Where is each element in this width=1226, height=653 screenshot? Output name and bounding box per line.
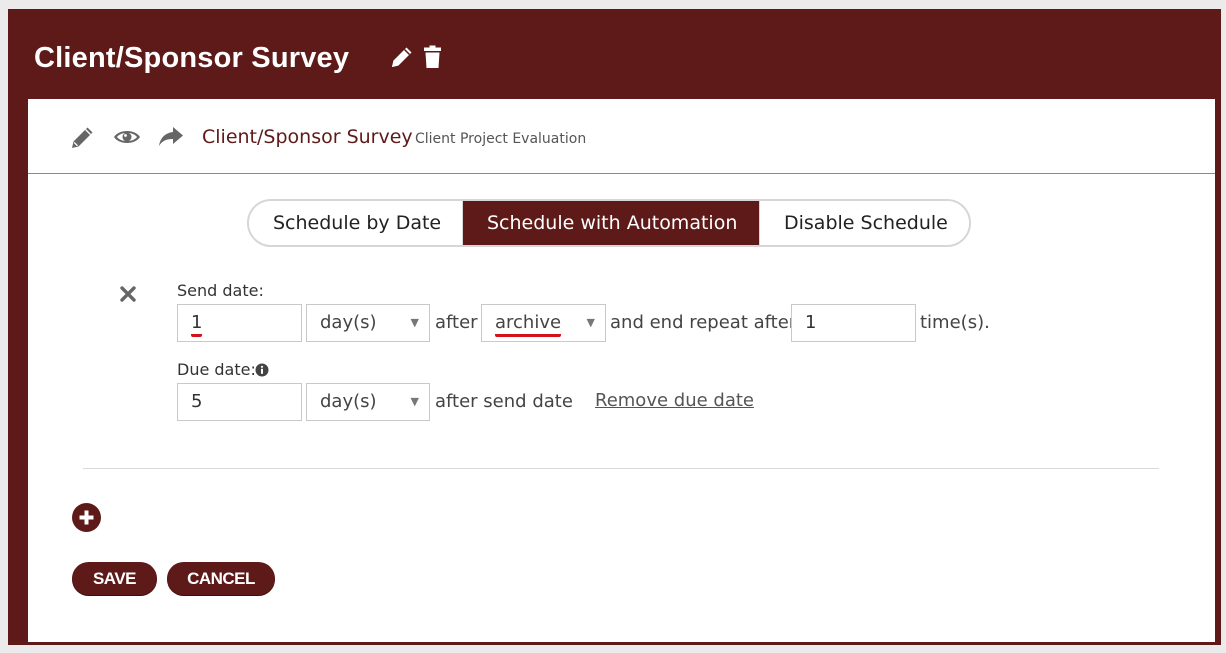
pencil-icon[interactable] [68,123,98,151]
send-date-label: Send date: [177,281,264,300]
send-amount-value: 1 [191,312,203,337]
divider [83,468,1159,469]
schedule-mode-toggle: Schedule by Date Schedule with Automatio… [247,199,971,247]
times-text: time(s). [920,312,990,333]
chevron-down-icon: ▼ [586,316,595,329]
page-title: Client/Sponsor Survey [34,42,350,74]
due-unit-value: day(s) [320,391,377,412]
due-amount-input[interactable]: 5 [177,383,302,421]
survey-panel: Client/Sponsor Survey Client Project Eva… [28,99,1215,642]
tab-disable-schedule[interactable]: Disable Schedule [759,201,969,245]
survey-subtitle: Client Project Evaluation [415,131,587,147]
due-unit-select[interactable]: day(s) ▼ [306,383,430,421]
save-button[interactable]: SAVE [72,562,157,595]
share-arrow-icon[interactable] [156,123,186,151]
due-amount-value: 5 [191,391,203,412]
app-frame: Client/Sponsor Survey Client/Sponsor Sur… [8,9,1221,645]
trigger-select[interactable]: archive ▼ [481,304,606,342]
add-rule-button[interactable] [72,503,101,532]
cancel-button[interactable]: CANCEL [167,562,275,595]
delete-trash-icon[interactable] [419,43,447,71]
chevron-down-icon: ▼ [410,395,419,408]
plus-icon [79,510,94,525]
tab-schedule-with-automation[interactable]: Schedule with Automation [462,201,759,245]
survey-name-link[interactable]: Client/Sponsor Survey [202,126,413,148]
tab-schedule-by-date[interactable]: Schedule by Date [249,201,462,245]
repeat-count-value: 1 [805,312,817,333]
repeat-count-input[interactable]: 1 [791,304,916,342]
remove-rule-close-icon[interactable] [118,284,138,304]
after-send-date-text: after send date [435,391,573,412]
send-amount-input[interactable]: 1 [177,304,302,342]
info-icon[interactable] [255,363,269,377]
edit-title-pencil-icon[interactable] [388,43,416,71]
survey-subheader: Client/Sponsor Survey Client Project Eva… [28,99,1215,174]
due-date-label: Due date: [177,360,256,379]
eye-icon[interactable] [112,123,142,151]
trigger-value: archive [495,312,562,337]
repeat-text: and end repeat after [610,312,797,333]
remove-due-date-link[interactable]: Remove due date [595,390,754,411]
send-unit-value: day(s) [320,312,377,333]
send-unit-select[interactable]: day(s) ▼ [306,304,430,342]
after-text: after [435,312,478,333]
chevron-down-icon: ▼ [410,316,419,329]
